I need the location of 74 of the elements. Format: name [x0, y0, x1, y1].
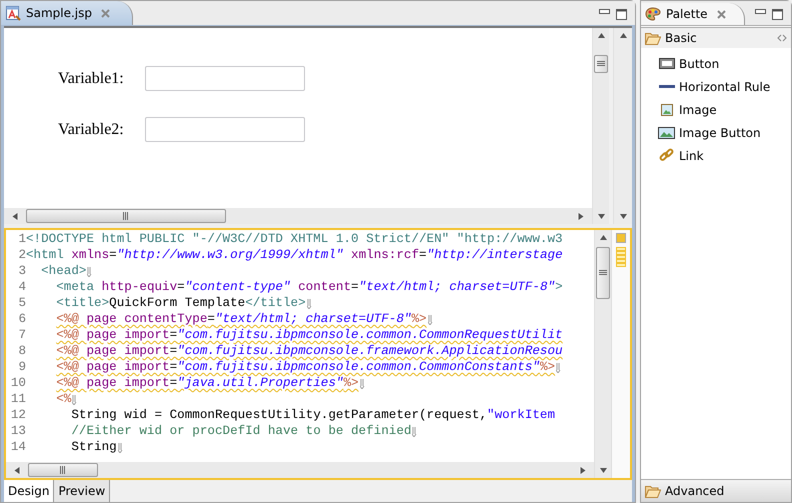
- field-label: Variable2:: [58, 120, 125, 138]
- grip-icon: [123, 212, 129, 220]
- code-line: <!DOCTYPE html PUBLIC "-//W3C//DTD XHTML 1.0 Strict//EN" "http://www.w3: [26, 232, 563, 246]
- palette-item[interactable]: Button: [658, 52, 791, 75]
- grip-icon: [597, 61, 605, 67]
- palette-item[interactable]: Image: [658, 98, 791, 121]
- grip-icon: [599, 270, 607, 276]
- down-arrow-icon[interactable]: [620, 213, 626, 220]
- button-icon: [658, 58, 674, 69]
- down-arrow-icon[interactable]: [598, 213, 604, 220]
- code-line: <%@ page import="com.fujitsu.ibpmconsole.common.CommonRequestUtilit: [55, 328, 563, 342]
- up-arrow-icon[interactable]: [598, 32, 604, 39]
- line-number: 11: [10, 392, 26, 406]
- code-line: String: [70, 440, 117, 454]
- palette-tab[interactable]: Palette: [641, 3, 745, 25]
- minimize-icon[interactable]: [599, 9, 610, 14]
- up-arrow-icon[interactable]: [600, 234, 606, 241]
- code-line: <%: [55, 392, 72, 406]
- up-arrow-icon[interactable]: [620, 32, 626, 39]
- editor-tab[interactable]: Sample.jsp: [1, 1, 134, 25]
- line-number: 9: [17, 360, 26, 374]
- page-icon: [5, 5, 21, 21]
- line-number: 12: [10, 408, 26, 422]
- line-number: 2: [17, 248, 26, 262]
- palette-item[interactable]: Image Button: [658, 121, 791, 144]
- code-line: <meta http-equiv="content-type" content="text/html; charset=UTF-8">: [55, 280, 563, 294]
- folder-icon: [645, 484, 661, 498]
- down-arrow-icon[interactable]: [600, 467, 606, 474]
- palette-item[interactable]: Horizontal Rule: [658, 75, 791, 98]
- page-tab[interactable]: Design: [4, 480, 54, 502]
- maximize-icon[interactable]: [772, 9, 783, 20]
- palette-drawer[interactable]: Advanced: [641, 479, 791, 502]
- line-number: 3: [17, 264, 26, 278]
- line-number: 4: [17, 280, 26, 294]
- text-field[interactable]: [145, 66, 305, 91]
- code-line: <title>QuickForm Template</title>: [55, 296, 306, 310]
- code-line: //Either wid or procDefId have to be definied: [70, 424, 412, 438]
- code-line: String wid = CommonRequestUtility.getParameter(request,"workItem: [70, 408, 556, 422]
- vertical-scrollbar[interactable]: [594, 230, 611, 478]
- line-number: 13: [10, 424, 26, 438]
- palette-item[interactable]: Link: [658, 144, 791, 167]
- field-label: Variable1:: [58, 70, 125, 88]
- page-tab[interactable]: Preview: [54, 480, 110, 502]
- warning-marker-icon: [616, 233, 626, 243]
- line-number: 10: [10, 376, 26, 390]
- line-number: 5: [17, 296, 26, 310]
- vertical-scrollbar[interactable]: [613, 28, 632, 224]
- image-icon: [660, 104, 672, 116]
- folder-icon: [645, 32, 661, 44]
- maximize-icon[interactable]: [616, 9, 627, 20]
- line-number: 7: [17, 328, 26, 342]
- code-line: <head>: [40, 264, 86, 278]
- horizontal-scrollbar[interactable]: [4, 208, 592, 224]
- minimize-icon[interactable]: [755, 9, 766, 14]
- line-number: 8: [17, 344, 26, 358]
- line-number: 6: [17, 312, 26, 326]
- paint-palette-icon: [645, 7, 661, 21]
- code-line: <%@ page import="java.util.Properties"%>: [55, 376, 359, 390]
- code-line: <%@ page import="com.fujitsu.ibpmconsole.framework.ApplicationResou: [55, 344, 563, 358]
- image-icon: [658, 126, 675, 138]
- code-line: <html xmlns="http://www.w3.org/1999/xhtml" xmlns:rcf="http://interstage: [26, 248, 563, 262]
- line-number: 1: [17, 232, 26, 246]
- code-line: <%@ page import="com.fujitsu.ibpmconsole.common.CommonConstants"%>: [55, 360, 556, 374]
- horizontal-scrollbar[interactable]: [6, 462, 594, 478]
- grip-icon: [60, 466, 66, 474]
- vertical-scrollbar[interactable]: [592, 28, 609, 224]
- collapse-icon[interactable]: [777, 34, 787, 42]
- palette-drawer[interactable]: Basic: [641, 28, 791, 48]
- text-field[interactable]: [145, 117, 305, 142]
- overview-marks-drawing: [616, 247, 626, 267]
- code-line: <%@ page contentType="text/html; charset=UTF-8"%>: [55, 312, 427, 326]
- line-number: 14: [10, 440, 26, 454]
- chain-link-icon: [659, 148, 674, 163]
- close-icon[interactable]: [716, 10, 726, 18]
